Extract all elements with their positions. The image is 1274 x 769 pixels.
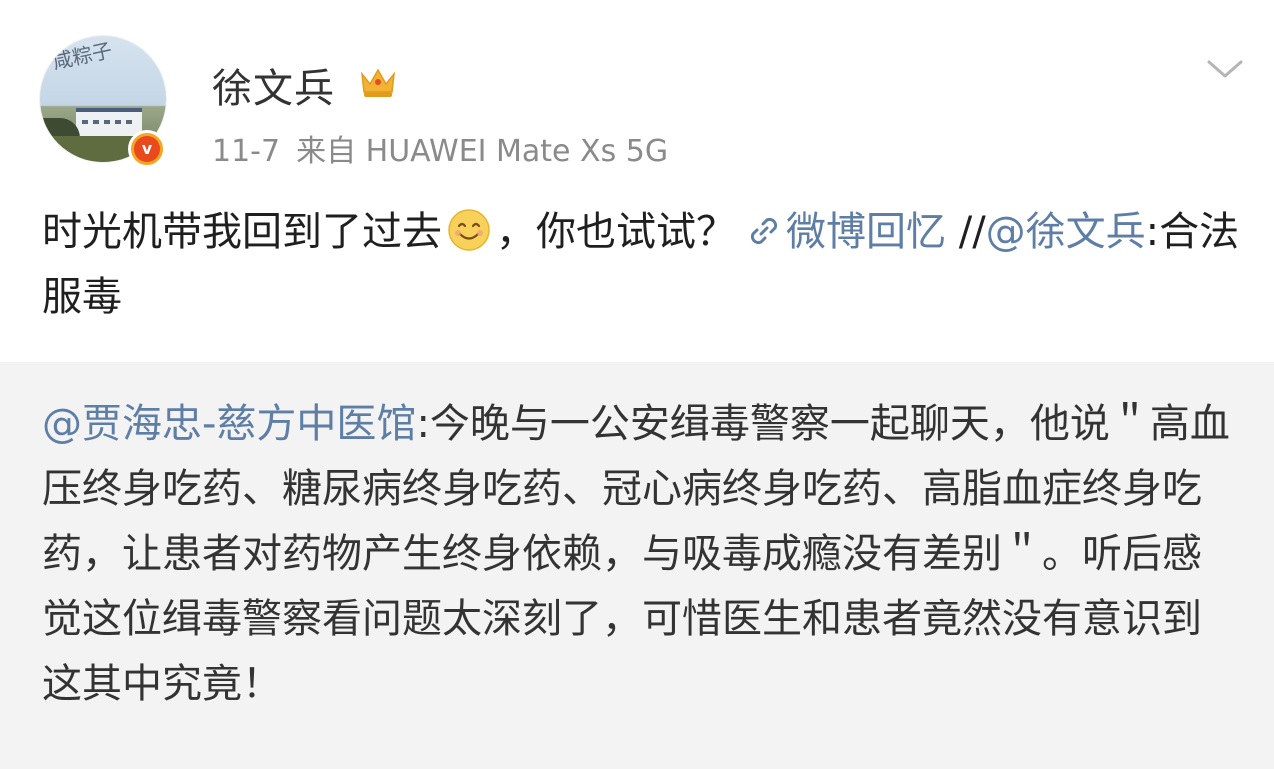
post-text: 时光机带我回到了过去 ，你也试试？ 微博回忆 //@徐文兵:合法服毒 xyxy=(42,200,1242,330)
verified-badge-label: v xyxy=(134,136,160,162)
link-icon xyxy=(750,217,778,245)
post-meta: 11-7 来自 HUAWEI Mate Xs 5G xyxy=(212,126,668,170)
weibo-post: 咸粽子 v 徐文兵 11-7 来自 HUAWEI Mate Xs 5G 时光机带我… xyxy=(0,0,1274,769)
post-source: 来自 HUAWEI Mate Xs 5G xyxy=(296,134,669,169)
author-name[interactable]: 徐文兵 xyxy=(212,56,335,114)
quoted-post-mention[interactable]: @贾海忠-慈方中医馆 xyxy=(42,401,416,447)
repost-mention[interactable]: @徐文兵 xyxy=(986,209,1146,255)
chevron-down-icon[interactable] xyxy=(1206,54,1244,84)
smile-emoji-icon xyxy=(448,209,490,251)
post-text-part1: 时光机带我回到了过去 xyxy=(42,209,442,255)
weibo-memory-link[interactable]: 微博回忆 xyxy=(786,209,946,255)
crown-icon xyxy=(360,68,396,97)
avatar-building xyxy=(76,108,142,138)
post-text-part2: ，你也试试？ xyxy=(496,209,736,255)
quoted-post[interactable]: @贾海忠-慈方中医馆:今晚与一公安缉毒警察一起聊天，他说＂高血压终身吃药、糖尿病… xyxy=(0,362,1274,769)
verified-badge-icon: v xyxy=(128,130,166,168)
post-date: 11-7 xyxy=(212,134,281,169)
avatar-tag: 咸粽子 xyxy=(50,37,115,74)
quoted-post-text: @贾海忠-慈方中医馆:今晚与一公安缉毒警察一起聊天，他说＂高血压终身吃药、糖尿病… xyxy=(42,392,1238,717)
repost-separator: // xyxy=(946,209,986,255)
